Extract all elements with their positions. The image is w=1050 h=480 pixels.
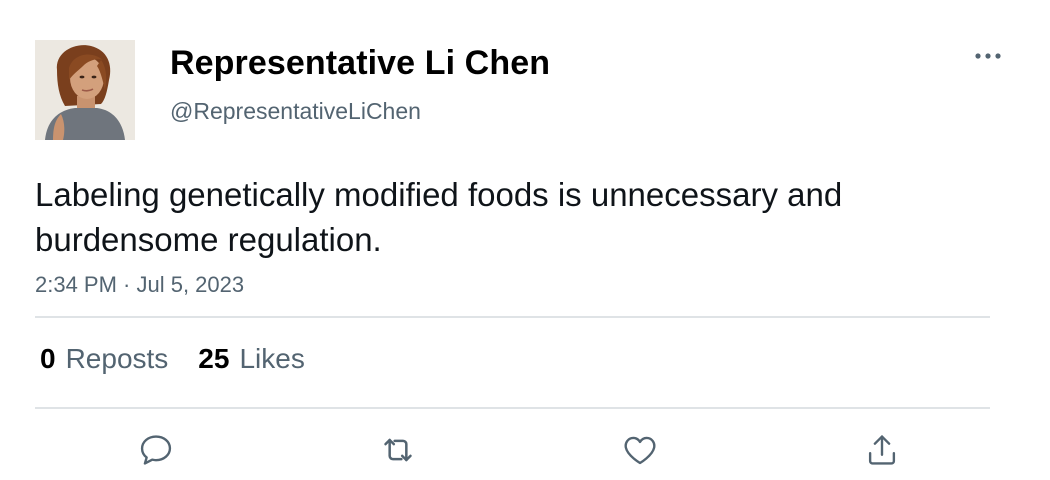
engagement-stats: 0 Reposts 25 Likes bbox=[40, 340, 305, 378]
display-name[interactable]: Representative Li Chen bbox=[170, 42, 550, 84]
likes-stat[interactable]: 25 Likes bbox=[198, 340, 305, 378]
reposts-count: 0 bbox=[40, 343, 56, 374]
more-options-button[interactable] bbox=[968, 44, 1008, 68]
tweet-timestamp[interactable]: 2:34 PM · Jul 5, 2023 bbox=[35, 271, 244, 299]
tweet-text: Labeling genetically modified foods is u… bbox=[35, 176, 843, 258]
reposts-stat[interactable]: 0 Reposts bbox=[40, 340, 168, 378]
more-options-icon bbox=[975, 53, 1001, 59]
avatar[interactable] bbox=[35, 40, 135, 140]
repost-icon bbox=[384, 438, 412, 462]
user-handle[interactable]: @RepresentativeLiChen bbox=[170, 96, 421, 126]
reply-button[interactable] bbox=[134, 428, 178, 472]
like-button[interactable] bbox=[618, 428, 662, 472]
divider bbox=[35, 316, 990, 318]
repost-button[interactable] bbox=[376, 428, 420, 472]
divider bbox=[35, 407, 990, 409]
share-icon bbox=[868, 435, 896, 465]
reposts-label: Reposts bbox=[65, 343, 169, 374]
share-button[interactable] bbox=[860, 428, 904, 472]
likes-label: Likes bbox=[239, 343, 305, 374]
heart-icon bbox=[624, 436, 656, 465]
likes-count: 25 bbox=[198, 343, 230, 374]
avatar-photo bbox=[35, 40, 135, 140]
reply-icon bbox=[140, 435, 172, 465]
